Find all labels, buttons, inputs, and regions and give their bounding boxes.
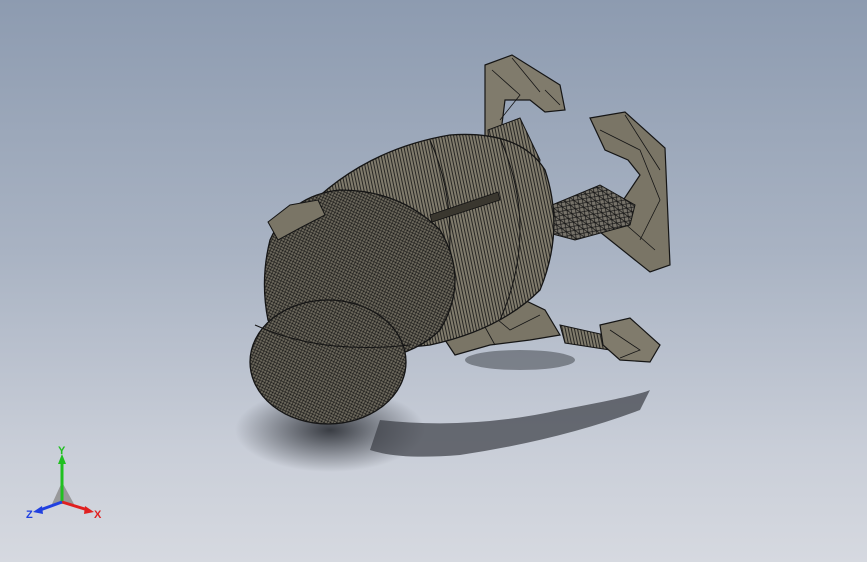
model-view[interactable] bbox=[0, 0, 867, 562]
z-axis-label: Z bbox=[26, 509, 33, 521]
z-axis-arrow bbox=[39, 500, 63, 512]
y-axis-label: Y bbox=[58, 445, 66, 457]
z-axis-arrowhead-icon bbox=[33, 506, 43, 514]
x-axis-label: X bbox=[94, 509, 102, 521]
graphics-viewport[interactable]: Y X Z bbox=[0, 0, 867, 562]
orientation-triad[interactable]: Y X Z bbox=[22, 444, 112, 524]
x-axis-arrow bbox=[61, 500, 89, 512]
x-axis-arrowhead-icon bbox=[84, 506, 94, 514]
